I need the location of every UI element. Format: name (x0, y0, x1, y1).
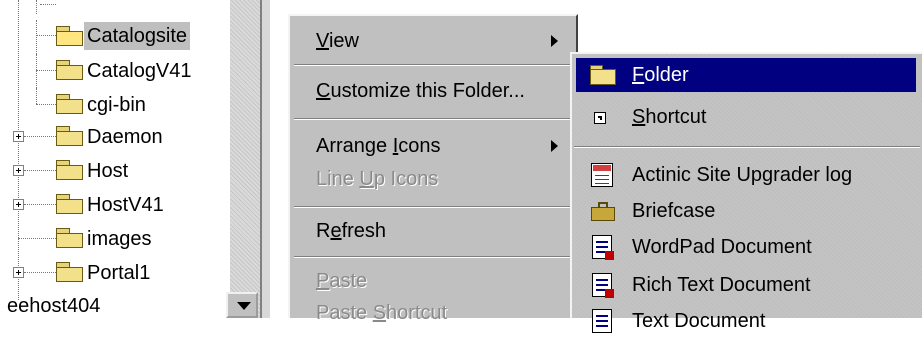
tree-item-hostv41[interactable]: HostV41 (0, 188, 230, 222)
expand-plus-icon[interactable] (13, 267, 24, 278)
tree-connector-line (36, 35, 56, 36)
menu-item-paste: Paste (290, 264, 576, 298)
tree-item-images[interactable]: images (0, 222, 230, 256)
folder-icon (590, 65, 616, 85)
menu-separator (574, 146, 920, 148)
tree-item-label: images (87, 228, 152, 250)
tree-connector-line (24, 136, 56, 137)
menu-item-view[interactable]: View (290, 24, 576, 58)
menu-item-label: Customize this Folder... (316, 80, 525, 102)
submenu-item-wordpad-document[interactable]: WordPad Document (576, 230, 916, 264)
tree-item-label: Portal1 (87, 262, 151, 284)
new-submenu: Folder Shortcut Actinic Site Upgrader lo… (570, 52, 922, 333)
tree-connector-line (18, 238, 56, 239)
wordpad-document-icon (592, 235, 614, 260)
tree-item-label: cgi-bin (87, 94, 146, 116)
folder-icon (56, 60, 83, 80)
tree-item-label: CatalogV41 (87, 60, 192, 82)
text-document-icon (592, 309, 612, 333)
tree-connector-line (36, 0, 37, 14)
tree-item-cgi-bin[interactable]: cgi-bin (0, 88, 230, 122)
menu-item-label: Line Up Icons (316, 168, 439, 190)
tree-item-label: Host (87, 160, 129, 182)
folder-icon (56, 194, 83, 214)
menu-item-arrange-icons[interactable]: Arrange Icons (290, 129, 576, 163)
expand-plus-icon[interactable] (13, 131, 24, 142)
tree-item-label: Daemon (87, 126, 163, 148)
submenu-item-actinic-log[interactable]: Actinic Site Upgrader log (576, 158, 916, 192)
open-folder-icon (56, 26, 83, 46)
submenu-arrow-icon (551, 140, 558, 152)
folder-icon (56, 160, 83, 180)
tree-connector-line (24, 170, 56, 171)
expand-plus-icon[interactable] (13, 199, 24, 210)
tree-connector-line (36, 54, 37, 88)
submenu-item-text-document[interactable]: Text Document (576, 304, 916, 338)
briefcase-icon (590, 202, 616, 222)
submenu-item-rich-text-document[interactable]: Rich Text Document (576, 268, 916, 302)
submenu-item-label: WordPad Document (632, 236, 812, 258)
submenu-item-label: Actinic Site Upgrader log (632, 164, 853, 186)
scroll-down-button[interactable] (226, 292, 258, 318)
tree-connector-line (24, 204, 56, 205)
tree-item-label: Catalogsite (84, 22, 191, 50)
menu-separator (294, 118, 572, 120)
folder-icon (56, 126, 83, 146)
submenu-item-briefcase[interactable]: Briefcase (576, 194, 916, 228)
submenu-arrow-icon (551, 35, 558, 47)
folder-icon (56, 262, 83, 282)
pane-splitter[interactable] (260, 0, 270, 318)
tree-item-catalogsite[interactable]: Catalogsite (0, 20, 230, 54)
folder-icon (56, 94, 83, 114)
menu-separator (294, 256, 572, 258)
tree-item-daemon[interactable]: Daemon (0, 120, 230, 154)
tree-item-catalogv41[interactable]: CatalogV41 (0, 54, 230, 88)
menu-item-label: Paste (316, 270, 368, 292)
rich-text-document-icon (592, 273, 614, 298)
document-log-icon (591, 163, 613, 187)
context-menu: View Customize this Folder... Arrange Ic… (288, 14, 578, 324)
menu-item-refresh[interactable]: Refresh (290, 214, 576, 248)
expand-plus-icon[interactable] (13, 165, 24, 176)
folder-tree: Catalogsite CatalogV41 cgi-bin Daemon Ho… (0, 0, 230, 318)
menu-item-label: Arrange Icons (316, 135, 441, 157)
menu-item-label: Refresh (316, 220, 387, 242)
vertical-scrollbar-track[interactable] (230, 0, 260, 318)
submenu-item-shortcut[interactable]: Shortcut (576, 100, 916, 134)
tree-item-portal1[interactable]: Portal1 (0, 256, 230, 290)
submenu-item-label: Text Document (632, 310, 766, 332)
menu-separator (294, 64, 572, 66)
menu-separator (294, 206, 572, 208)
shortcut-icon (594, 112, 606, 124)
menu-item-label: Paste Shortcut (316, 302, 448, 324)
tree-item-label: HostV41 (87, 194, 164, 216)
folder-icon (56, 228, 83, 248)
tree-connector-line (36, 20, 37, 54)
menu-item-label: View (316, 30, 359, 52)
menu-item-paste-shortcut: Paste Shortcut (290, 296, 576, 330)
tree-connector-line (36, 104, 56, 105)
submenu-item-label: Folder (632, 64, 689, 86)
submenu-item-label: Briefcase (632, 200, 716, 222)
tree-connector-line (24, 272, 56, 273)
menu-item-line-up-icons: Line Up Icons (290, 162, 576, 196)
tree-root-label[interactable]: eehost404 (7, 292, 100, 320)
down-arrow-icon (237, 302, 251, 310)
menu-item-customize-folder[interactable]: Customize this Folder... (290, 74, 576, 108)
submenu-item-label: Shortcut (632, 106, 707, 128)
submenu-item-folder[interactable]: Folder (576, 58, 916, 92)
submenu-item-label: Rich Text Document (632, 274, 811, 296)
tree-item-host[interactable]: Host (0, 154, 230, 188)
tree-connector-line (40, 4, 56, 5)
tree-connector-line (36, 70, 56, 71)
tree-connector-line (36, 88, 37, 104)
